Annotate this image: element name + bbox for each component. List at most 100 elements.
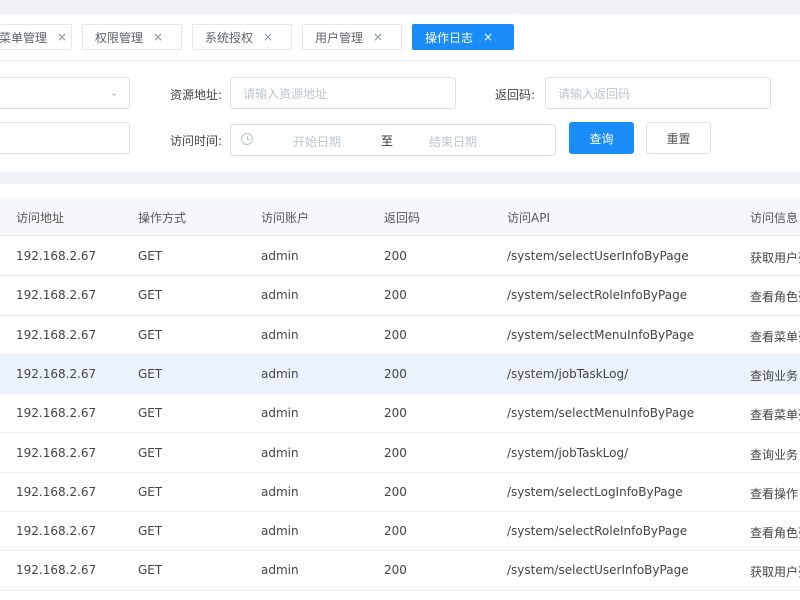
row-info: 查询业务日志 [750, 447, 800, 462]
close-icon[interactable]: × [57, 31, 67, 43]
return-code-placeholder: 请输入返回码 [558, 86, 631, 101]
row-api: /system/selectLogInfoByPage [507, 484, 683, 499]
tab-label: 用户管理 [315, 30, 364, 45]
column-header: 访问信息 [750, 211, 799, 225]
row-info: 查看操作日志 [750, 486, 800, 501]
type-select[interactable]: ⌄ [0, 77, 130, 109]
row-user: admin [261, 249, 299, 263]
tab-label: 系统授权 [205, 30, 254, 45]
row-user: admin [261, 445, 299, 460]
return-code-input[interactable]: 请输入返回码 [545, 77, 771, 109]
close-icon[interactable]: × [483, 31, 493, 43]
column-header: 访问账户 [261, 211, 310, 225]
row-user: admin [261, 563, 299, 578]
close-icon[interactable]: × [263, 31, 273, 43]
row-user: admin [261, 288, 299, 303]
row-api: /system/selectMenuInfoByPage [507, 327, 695, 342]
range-separator: 至 [381, 134, 394, 148]
row-info: 获取用户列表 [750, 251, 800, 265]
row-info: 获取用户列表 [750, 565, 800, 580]
column-header: 操作方式 [138, 211, 187, 225]
tab-user-management[interactable]: 用户管理 × [302, 24, 402, 50]
row-api: /system/selectRoleInfoByPage [507, 524, 688, 539]
table-row[interactable]: 192.168.2.67 GET admin 200/system/selectUse… [0, 237, 800, 277]
row-method: GET [138, 366, 163, 381]
row-method: GET [138, 288, 163, 303]
row-user: admin [261, 524, 299, 539]
row-api: /system/selectUserInfoByPage [507, 563, 689, 578]
start-date-input[interactable]: 开始日期 [293, 133, 341, 150]
column-header: 访问API [507, 211, 550, 225]
tab-label: 权限管理 [95, 30, 144, 45]
row-user: admin [261, 406, 299, 421]
row-ip: 192.168.2.67 [16, 445, 97, 460]
filter-panel: ⌄ 资源地址: 请输入资源地址 返回码: 请输入返回码 访问时间: 开始日期 至… [0, 60, 800, 172]
tab-system-authorization[interactable]: 系统授权 × [192, 24, 292, 50]
tab-menu-management[interactable]: 菜单管理 × [0, 24, 72, 50]
row-code: 200 [384, 406, 407, 421]
table-row[interactable]: 192.168.2.67 GET admin 200/system/selectRol… [0, 512, 800, 552]
resource-address-input[interactable]: 请输入资源地址 [230, 77, 456, 109]
row-user: admin [261, 484, 299, 499]
tab-label: 操作日志 [425, 30, 474, 45]
tab-operation-log[interactable]: 操作日志 × [412, 24, 514, 50]
row-info: 查看角色列表 [750, 526, 800, 541]
account-input[interactable] [0, 122, 130, 154]
row-user: admin [261, 327, 299, 342]
table-row[interactable]: 192.168.2.67 GET admin 200/system/selectMen… [0, 394, 800, 434]
query-button[interactable]: 查询 [569, 122, 634, 154]
row-code: 200 [384, 327, 407, 342]
table-row[interactable]: 192.168.2.67 GET admin 200/system/selectMen… [0, 315, 800, 355]
tab-label: 菜单管理 [0, 30, 48, 45]
close-icon[interactable]: × [373, 31, 383, 43]
row-info: 查看角色列表 [750, 290, 800, 305]
column-header: 返回码 [384, 211, 421, 225]
chevron-down-icon: ⌄ [108, 85, 119, 99]
table-row[interactable]: 192.168.2.67 GET admin 200/system/selectLog… [0, 472, 800, 513]
row-code: 200 [384, 288, 407, 303]
row-info: 查询业务日志 [750, 368, 800, 383]
log-table: 访问地址 操作方式 访问账户 返回码 访问API 访问信息 192.168.2.… [0, 184, 800, 600]
row-method: GET [138, 563, 163, 578]
row-api: /system/selectRoleInfoByPage [507, 288, 688, 303]
close-icon[interactable]: × [153, 31, 163, 43]
row-method: GET [138, 484, 163, 499]
row-method: GET [138, 327, 163, 342]
column-header: 访问地址 [16, 211, 65, 225]
tab-permission-management[interactable]: 权限管理 × [82, 24, 182, 50]
row-ip: 192.168.2.67 [16, 249, 97, 263]
reset-button[interactable]: 重置 [646, 122, 711, 154]
row-method: GET [138, 445, 163, 460]
row-api: /system/selectMenuInfoByPage [507, 406, 695, 421]
row-code: 200 [384, 524, 407, 539]
row-ip: 192.168.2.67 [16, 524, 97, 539]
row-api: /system/jobTaskLog/ [507, 445, 629, 460]
resource-address-label: 资源地址: [170, 88, 223, 102]
clock-icon [241, 133, 253, 145]
table-row[interactable]: 192.168.2.67 GET admin 200/system/jobTaskLo… [0, 354, 800, 395]
row-ip: 192.168.2.67 [16, 406, 97, 421]
return-code-label: 返回码: [495, 88, 536, 102]
row-code: 200 [384, 249, 407, 263]
row-info: 查看菜单列表 [750, 408, 800, 423]
row-api: /system/jobTaskLog/ [507, 366, 629, 381]
table-row[interactable]: 192.168.2.67 GET admin 200/system/selectRol… [0, 276, 800, 316]
row-info: 查看菜单列表 [750, 329, 800, 344]
row-method: GET [138, 249, 163, 263]
row-ip: 192.168.2.67 [16, 563, 97, 578]
row-method: GET [138, 524, 163, 539]
access-time-label: 访问时间: [170, 134, 223, 148]
row-code: 200 [384, 445, 407, 460]
row-code: 200 [384, 366, 407, 381]
end-date-input[interactable]: 结束日期 [429, 133, 477, 150]
table-row[interactable]: 192.168.2.67 GET admin 200/system/selectUse… [0, 551, 800, 591]
row-code: 200 [384, 563, 407, 578]
date-range-picker[interactable]: 开始日期 至 结束日期 [230, 124, 556, 156]
table-row[interactable]: 192.168.2.67 GET admin 200/system/jobTaskLo… [0, 433, 800, 473]
table-header: 访问地址 操作方式 访问账户 返回码 访问API 访问信息 [0, 198, 800, 236]
row-code: 200 [384, 484, 407, 499]
row-api: /system/selectUserInfoByPage [507, 249, 689, 263]
tab-bar: 菜单管理 × 权限管理 × 系统授权 × 用户管理 × 操作日志 × [0, 14, 800, 60]
row-method: GET [138, 406, 163, 421]
resource-address-placeholder: 请输入资源地址 [243, 86, 328, 101]
